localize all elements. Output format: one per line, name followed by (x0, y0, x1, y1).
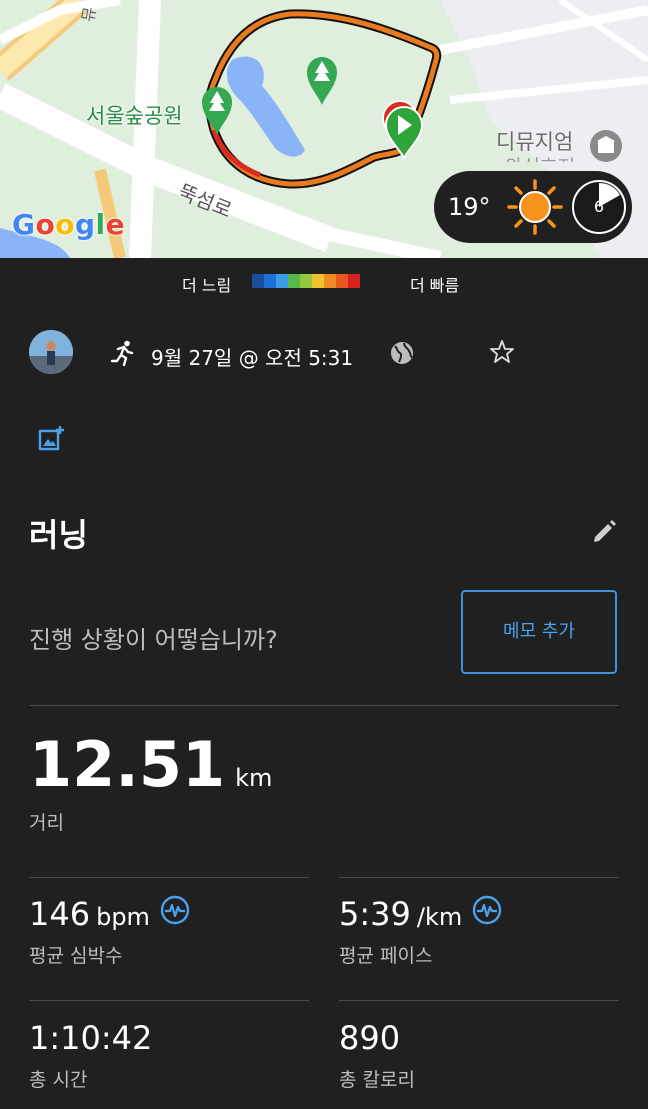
google-logo-letter: l (95, 208, 106, 241)
activity-title: 러닝 (29, 516, 88, 554)
avatar-image (29, 330, 73, 374)
divider (29, 877, 309, 878)
pace-value: 5:39 (339, 895, 411, 933)
uv-index-gauge: 6 (572, 180, 626, 234)
slow-label: 더 느림 (182, 276, 232, 295)
chart-pulse-icon[interactable] (160, 895, 190, 925)
google-logo: Google (12, 208, 125, 241)
time-value: 1:10:42 (29, 1019, 153, 1057)
speed-legend: 더 느림 더 빠름 (0, 272, 648, 295)
park-tree-icon-2 (202, 87, 232, 135)
route-map[interactable]: 서울숲공원 뚝섬로 디뮤지엄 뮤 와신호저 Google 19° 6 (0, 0, 648, 258)
progress-prompt: 진행 상황이 어떻습니까? (29, 626, 278, 654)
speed-color-swatch (324, 274, 336, 288)
distance-value-group: 12.51 km (29, 728, 272, 801)
park-label: 서울숲공원 (86, 104, 183, 128)
speed-color-swatch (276, 274, 288, 288)
calories-label: 총 칼로리 (339, 1069, 415, 1091)
start-finish-icon[interactable] (380, 100, 426, 162)
google-logo-letter: o (35, 208, 56, 241)
heart-rate-unit: bpm (96, 903, 150, 931)
total-time-stat: 1:10:42 총 시간 (29, 1019, 152, 1092)
speed-color-swatch (252, 274, 264, 288)
temperature: 19° (448, 193, 491, 221)
time-label: 총 시간 (29, 1069, 88, 1091)
sun-icon (507, 179, 563, 235)
edit-icon[interactable] (591, 519, 617, 545)
uv-index-value: 6 (593, 197, 605, 216)
divider (29, 1000, 309, 1001)
total-calories-stat: 890 총 칼로리 (339, 1019, 415, 1092)
star-icon[interactable] (489, 339, 515, 365)
divider (339, 1000, 619, 1001)
pace-label: 평균 페이스 (339, 945, 433, 967)
pace-unit: /km (416, 903, 463, 931)
add-photo-icon[interactable] (38, 425, 66, 453)
poi-label-partial: 와신호저 (505, 152, 575, 162)
speed-color-swatch (288, 274, 300, 288)
divider (339, 877, 619, 878)
google-logo-letter: e (105, 208, 126, 241)
chart-pulse-icon[interactable] (472, 895, 502, 925)
distance-value: 12.51 (29, 728, 226, 801)
distance-unit: km (235, 764, 273, 792)
avg-pace-stat[interactable]: 5:39/km 평균 페이스 (339, 895, 502, 968)
running-icon (110, 340, 134, 366)
speed-color-bar (252, 274, 360, 288)
activity-date: 9월 27일 @ 오전 5:31 (151, 346, 354, 370)
divider (29, 705, 619, 706)
activity-header: 9월 27일 @ 오전 5:31 (0, 329, 648, 375)
google-logo-letter: G (12, 208, 36, 241)
distance-label: 거리 (29, 812, 64, 834)
speed-color-swatch (264, 274, 276, 288)
speed-color-swatch (336, 274, 348, 288)
park-tree-icon (307, 57, 337, 105)
google-logo-letter: o (55, 208, 75, 241)
speed-color-swatch (312, 274, 324, 288)
globe-icon[interactable] (389, 340, 415, 366)
speed-color-swatch (348, 274, 360, 288)
fast-label: 더 빠름 (410, 276, 460, 295)
heart-rate-value: 146 (29, 895, 91, 933)
weather-badge[interactable]: 19° 6 (434, 171, 632, 243)
calories-value: 890 (339, 1019, 401, 1057)
avatar[interactable] (29, 330, 73, 374)
heart-rate-label: 평균 심박수 (29, 945, 123, 967)
google-logo-letter: g (74, 208, 96, 241)
poi-label: 디뮤지엄 (496, 130, 574, 154)
speed-color-swatch (300, 274, 312, 288)
add-memo-button[interactable]: 메모 추가 (461, 590, 617, 674)
avg-heart-rate-stat[interactable]: 146 bpm 평균 심박수 (29, 895, 190, 968)
museum-icon (590, 130, 622, 162)
